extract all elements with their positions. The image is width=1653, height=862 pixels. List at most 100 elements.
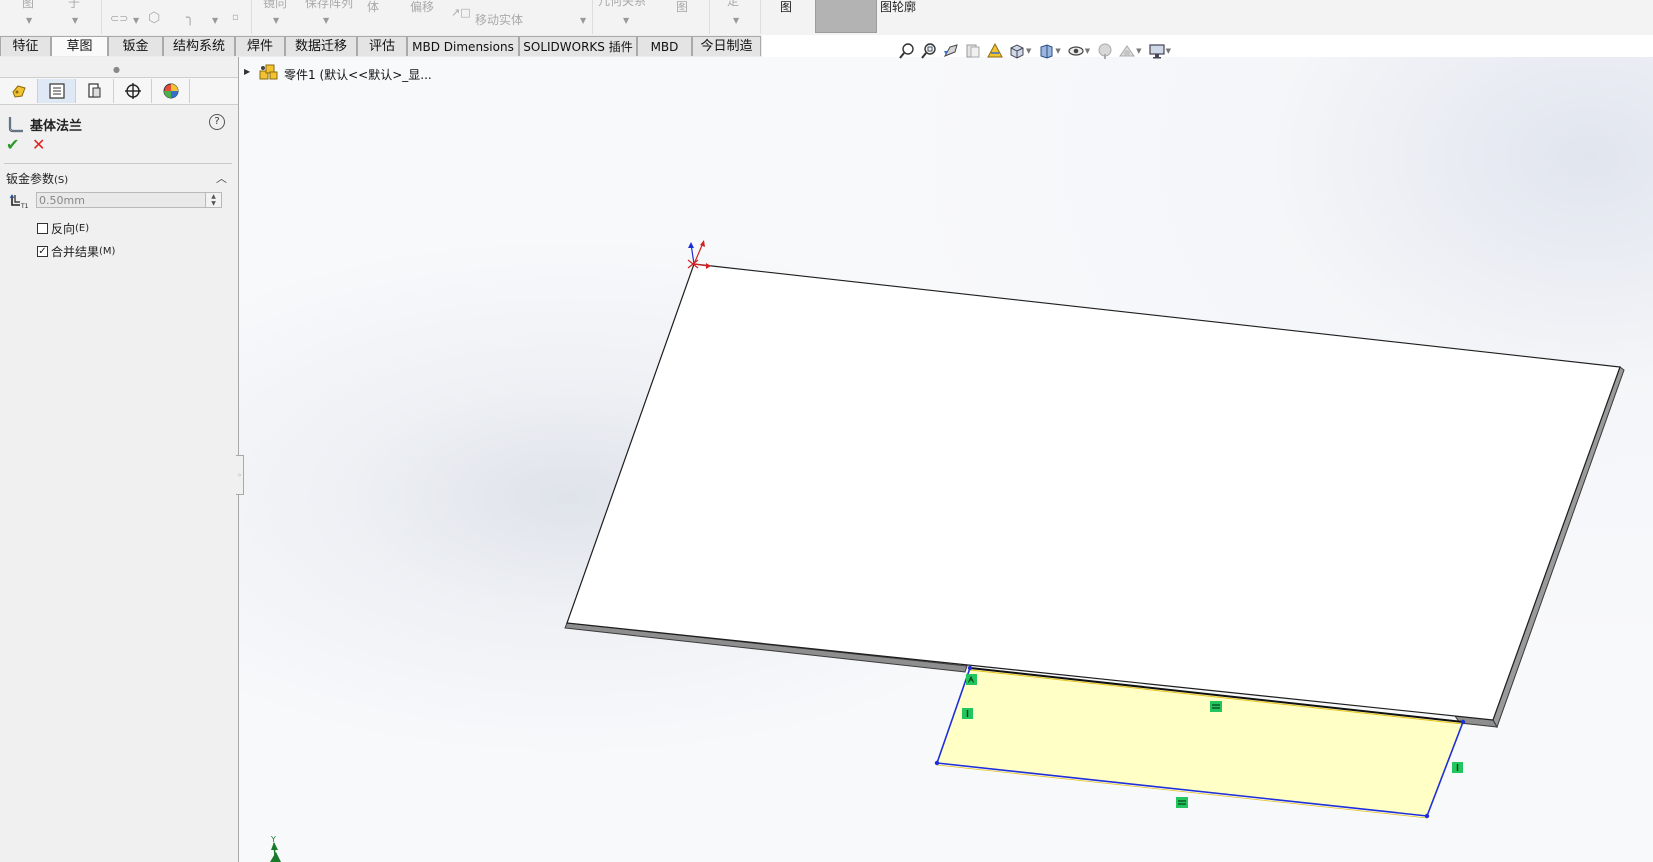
ok-button[interactable]: ✔ [6,137,22,153]
tab-sketch[interactable]: 草图 [51,36,108,56]
ribbon-geometry-relation[interactable]: 几何关系 [598,0,646,9]
feature-manager-tabs [0,77,238,105]
slot-icon[interactable]: ⊂⊃ [110,12,128,25]
spin-up-icon[interactable]: ▲ [206,193,221,200]
point-icon[interactable]: ▫ [232,12,239,23]
merge-result-label: 合并结果 [51,245,100,259]
horizontal-relation-icon [1210,701,1222,712]
ribbon-fragment-e[interactable]: 定 [727,0,739,9]
tab-evaluate[interactable]: 评估 [357,36,407,56]
sketch-point [1460,719,1466,725]
chevron-down-icon[interactable]: ▼ [1166,47,1171,55]
display-style-icon[interactable] [1035,41,1057,61]
reverse-direction-label: 反向 [51,222,76,236]
tree-expand-icon[interactable]: ▶ [244,67,250,76]
ribbon-fragment-b[interactable]: 于 [68,0,80,11]
section-view-icon[interactable] [962,41,984,61]
section-hotkey: (S) [54,175,69,186]
chevron-down-icon[interactable]: ▼ [26,16,32,25]
view-orientation-icon[interactable] [1006,41,1028,61]
fillet-icon[interactable]: ╮ [186,10,194,26]
coincident-relation-icon [966,674,977,685]
tab-display-manager[interactable] [152,79,190,103]
tab-structure-system[interactable]: 结构系统 [163,36,235,56]
ribbon-offset-label[interactable]: 偏移 [410,0,434,15]
merge-result-checkbox[interactable]: ✓ [37,246,48,257]
origin-icon [687,240,711,269]
appearance-pie-icon [163,83,178,99]
chevron-down-icon[interactable]: ▼ [323,16,329,25]
crosshair-icon [124,83,141,99]
section-title-text: 钣金参数 [6,172,55,186]
tab-3dexperience[interactable]: 今日制造 [692,36,761,56]
reverse-direction-checkbox[interactable] [37,223,48,234]
thickness-icon: T1 [8,192,30,213]
polygon-icon[interactable]: ⬡ [148,10,160,26]
ribbon-fragment-c[interactable]: 镜向 [263,0,287,11]
chevron-down-icon[interactable]: ▼ [1085,47,1090,55]
chevron-down-icon[interactable]: ▼ [623,16,629,25]
graphics-area[interactable]: Y [239,57,1653,862]
tab-solidworks-addins[interactable]: SOLIDWORKS 插件 [519,36,637,56]
command-manager-tabs: 特征 草图 钣金 结构系统 焊件 数据迁移 评估 MBD Dimensions … [0,35,762,58]
svg-text:T1: T1 [20,203,29,210]
sketch-point [934,760,940,766]
tab-features[interactable]: 特征 [0,36,51,56]
zoom-area-icon[interactable] [918,41,940,61]
feature-tree-icon [11,85,26,98]
sheet-metal-parameters-header[interactable]: 钣金参数(S) [6,170,68,187]
tab-dimxpert-manager[interactable] [114,79,152,103]
chevron-down-icon[interactable]: ▼ [273,16,279,25]
zoom-to-fit-icon[interactable] [896,41,918,61]
view-settings-icon[interactable] [1146,41,1168,61]
tab-data-migration[interactable]: 数据迁移 [285,36,357,56]
spin-down-icon[interactable]: ▼ [206,200,221,207]
tab-sheet-metal[interactable]: 钣金 [108,36,163,56]
thickness-input[interactable]: 0.50mm [36,192,206,208]
ribbon-separator [251,0,252,34]
hide-show-icon[interactable] [1065,41,1087,61]
tab-mbd[interactable]: MBD [637,36,692,56]
model-scene[interactable] [239,57,1653,862]
chevron-down-icon[interactable]: ▼ [1055,47,1060,55]
dynamic-annotation-icon[interactable] [984,41,1006,61]
vertical-relation-icon [962,708,973,719]
help-icon[interactable]: ? [209,114,225,130]
chevron-down-icon[interactable]: ▼ [1026,47,1031,55]
ribbon-move-entity[interactable]: 移动实体 [475,11,523,28]
chevron-down-icon[interactable]: ▼ [72,16,78,25]
ribbon-profile-label[interactable]: 图轮廓 [880,0,916,15]
chevron-down-icon[interactable]: ▼ [580,16,586,25]
reverse-direction-option[interactable]: 反向 (E) [37,220,89,237]
tab-feature-tree[interactable] [0,79,38,103]
ribbon-fragment-d[interactable]: 保存阵列 [305,0,353,11]
merge-result-option[interactable]: ✓ 合并结果 (M) [37,243,115,260]
ribbon-view2-label[interactable]: 图 [780,0,792,15]
feature-tree-part-label[interactable]: 零件1 (默认<<默认>_显... [284,66,432,83]
ribbon-separator [709,0,710,34]
chevron-down-icon[interactable]: ▼ [1136,47,1141,55]
edit-appearance-icon[interactable] [1094,41,1116,61]
panel-splitter-icon[interactable]: ● [113,65,120,74]
panel-collapse-handle[interactable]: ◦ [236,455,244,495]
tab-mbd-dimensions[interactable]: MBD Dimensions [407,36,519,56]
chevron-down-icon[interactable]: ▼ [133,16,139,25]
thickness-spinner[interactable]: ▲ ▼ [206,192,222,208]
chevron-up-icon[interactable]: ︿ [216,170,227,186]
ribbon-fragment-a[interactable]: 图 [22,0,34,11]
profile-thumbnail[interactable] [815,0,877,33]
ribbon-body-label[interactable]: 体 [367,0,379,15]
previous-view-icon[interactable] [940,41,962,61]
chevron-down-icon[interactable]: ▼ [212,16,218,25]
tab-configuration-manager[interactable] [76,79,114,103]
property-list-icon [48,83,65,99]
tab-property-manager[interactable] [38,79,76,103]
cancel-button[interactable]: ✕ [32,137,48,153]
ribbon-view-label[interactable]: 图 [676,0,688,15]
triad-y-label: Y [271,835,276,844]
reference-triad-icon [270,842,281,862]
apply-scene-icon[interactable] [1116,41,1138,61]
chevron-down-icon[interactable]: ▼ [733,16,739,25]
tab-weldments[interactable]: 焊件 [235,36,285,56]
ribbon-separator [760,0,761,34]
